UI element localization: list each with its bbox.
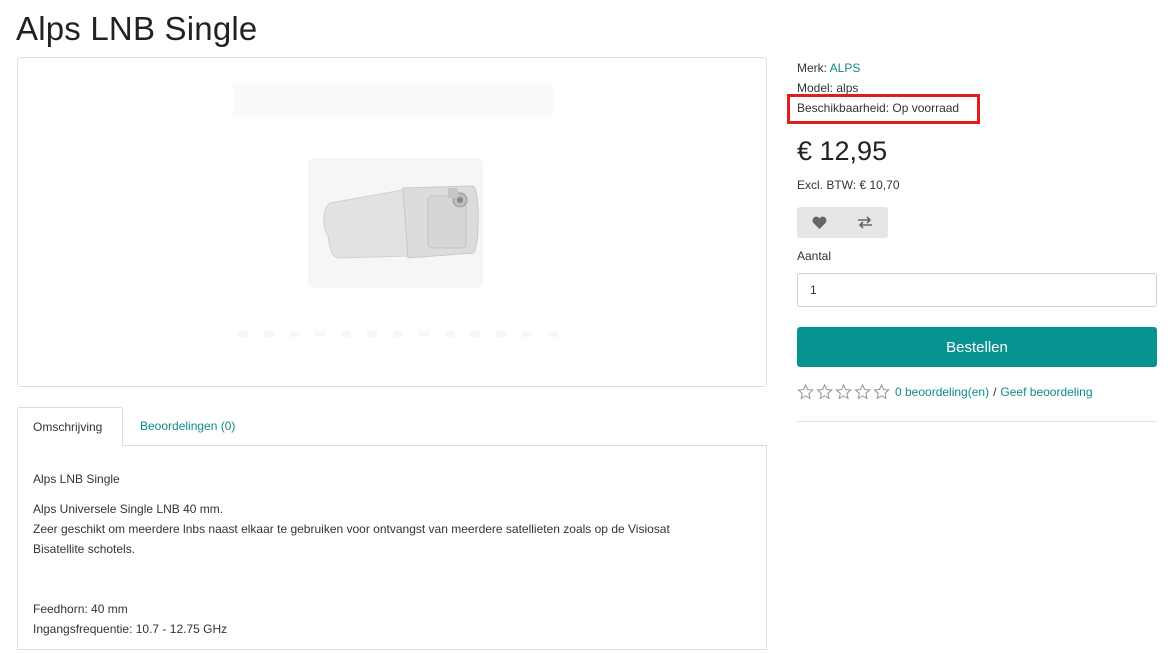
- star-empty-icon: [816, 384, 833, 400]
- product-action-buttons: [797, 207, 888, 238]
- rating-stars: [797, 384, 892, 400]
- product-image-frame[interactable]: [17, 57, 767, 387]
- wishlist-button[interactable]: [797, 207, 842, 238]
- brand-link[interactable]: ALPS: [830, 61, 861, 75]
- divider: [797, 421, 1157, 422]
- rating-separator: /: [993, 385, 997, 399]
- star-empty-icon: [873, 384, 890, 400]
- lnb-illustration: [323, 185, 479, 259]
- description-panel: Alps LNB Single Alps Universele Single L…: [17, 445, 767, 650]
- brand-row: Merk: ALPS: [797, 58, 1157, 78]
- product-title: Alps LNB Single: [16, 10, 258, 47]
- quantity-label: Aantal: [797, 249, 832, 263]
- product-price: € 12,95: [797, 136, 888, 166]
- heart-icon: [812, 216, 827, 229]
- star-empty-icon: [854, 384, 871, 400]
- star-empty-icon: [797, 384, 814, 400]
- exchange-icon: [857, 216, 872, 229]
- brand-label: Merk:: [797, 61, 827, 75]
- write-review-link[interactable]: Geef beoordeling: [1000, 385, 1092, 399]
- image-placeholder-band: [233, 83, 553, 117]
- description-line: Zeer geschikt om meerdere lnbs naast elk…: [33, 522, 670, 536]
- compare-button[interactable]: [842, 207, 887, 238]
- description-line: Bisatellite schotels.: [33, 542, 136, 556]
- tab-description[interactable]: Omschrijving: [17, 407, 123, 447]
- model-label: Model:: [797, 81, 834, 95]
- availability-highlight: [787, 94, 980, 124]
- description-line: Alps Universele Single LNB 40 mm.: [33, 502, 224, 516]
- spec-frequency: Ingangsfrequentie: 10.7 - 12.75 GHz: [33, 622, 228, 636]
- reviews-count-link[interactable]: 0 beoordeling(en): [895, 385, 989, 399]
- tab-reviews[interactable]: Beoordelingen (0): [125, 407, 250, 446]
- quantity-input[interactable]: [797, 273, 1157, 307]
- description-heading: Alps LNB Single: [33, 472, 120, 486]
- spec-feedhorn: Feedhorn: 40 mm: [33, 602, 128, 616]
- product-image[interactable]: [308, 158, 483, 288]
- rating-row: 0 beoordeling(en) / Geef beoordeling: [797, 382, 1093, 402]
- model-value: alps: [836, 81, 859, 95]
- order-button[interactable]: Bestellen: [797, 327, 1157, 367]
- image-placeholder-dots: [238, 331, 558, 341]
- product-tabs: Omschrijving Beoordelingen (0): [17, 407, 767, 447]
- price-excl-tax: Excl. BTW: € 10,70: [797, 178, 900, 192]
- star-empty-icon: [835, 384, 852, 400]
